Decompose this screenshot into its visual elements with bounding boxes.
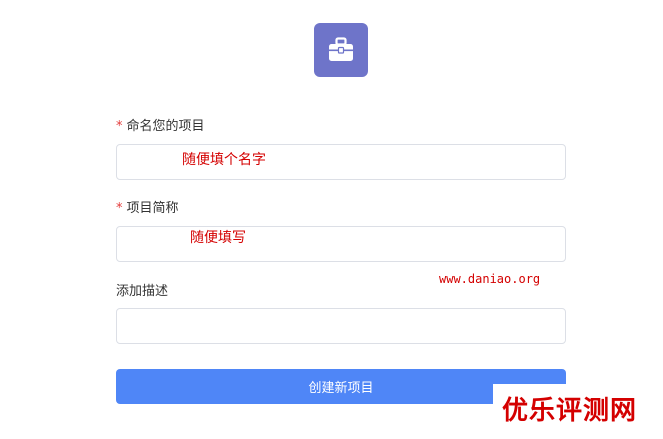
briefcase-icon bbox=[329, 37, 353, 61]
project-name-label-text: 命名您的项目 bbox=[126, 119, 205, 134]
required-mark: * bbox=[116, 201, 123, 216]
project-abbr-annotation: 随便填写 bbox=[190, 230, 246, 246]
watermark-url: www.daniao.org bbox=[439, 272, 541, 286]
app-logo-tile bbox=[314, 23, 368, 77]
watermark-brand: 优乐评测网 bbox=[502, 396, 638, 426]
project-name-annotation: 随便填个名字 bbox=[182, 152, 266, 168]
project-abbr-input[interactable] bbox=[116, 226, 566, 262]
project-abbr-label-text: 项目简称 bbox=[126, 201, 179, 216]
project-name-label: * 命名您的项目 bbox=[116, 119, 205, 135]
description-label: 添加描述 bbox=[116, 284, 168, 300]
project-abbr-label: * 项目简称 bbox=[116, 201, 179, 217]
required-mark: * bbox=[116, 119, 123, 134]
description-label-text: 添加描述 bbox=[116, 284, 169, 299]
description-input[interactable] bbox=[116, 308, 566, 344]
